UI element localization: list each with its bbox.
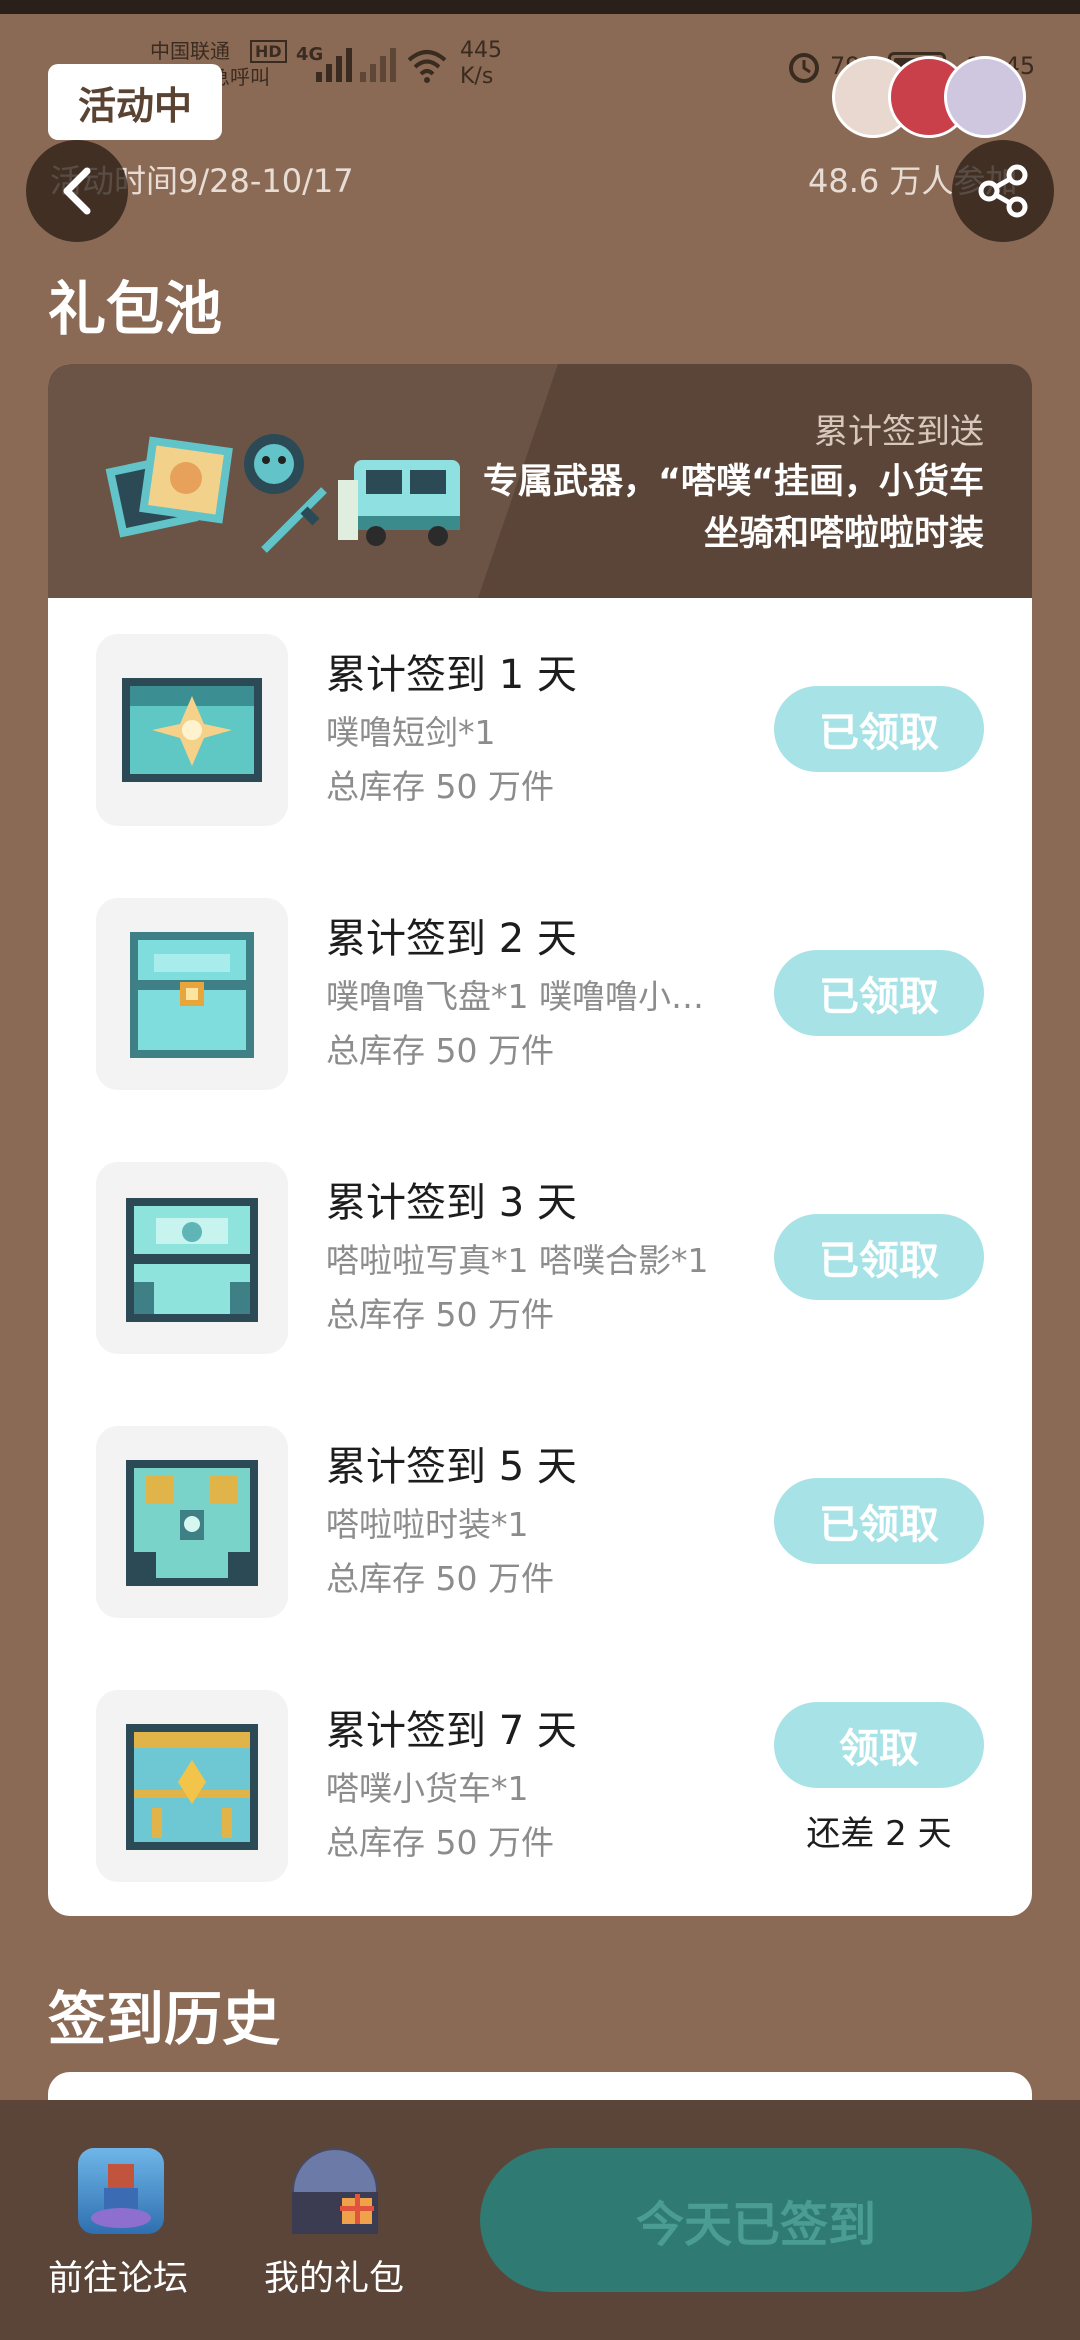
list-item: 累计签到 3 天 嗒啦啦写真*1 嗒噗合影*1 总库存 50 万件 已领取: [48, 1126, 1032, 1390]
my-gifts-label[interactable]: 我的礼包: [264, 2250, 404, 2301]
forum-icon[interactable]: [78, 2148, 164, 2234]
row-title: 累计签到 7 天: [326, 1708, 577, 1754]
signal-icon: [316, 46, 356, 82]
chest-icon: [96, 1162, 288, 1354]
claim-button[interactable]: 领取: [774, 1702, 984, 1788]
days-remaining: 还差 2 天: [806, 1814, 952, 1854]
row-title: 累计签到 3 天: [326, 1180, 577, 1226]
row-stock: 总库存 50 万件: [326, 1823, 554, 1862]
row-items: 噗噜短剑*1: [326, 713, 496, 752]
wifi-icon: [407, 50, 447, 83]
banner-description: 专属武器，“嗒噗“挂画，小货车坐骑和嗒啦啦时装: [482, 462, 984, 554]
share-button[interactable]: [952, 140, 1054, 242]
list-item: 累计签到 5 天 嗒啦啦时装*1 总库存 50 万件 已领取: [48, 1390, 1032, 1654]
participant-avatars: [832, 56, 1032, 146]
chevron-left-icon: [63, 167, 91, 215]
row-items: 噗噜噜飞盘*1 噗噜噜小…: [326, 977, 704, 1016]
claimed-button[interactable]: 已领取: [774, 1214, 984, 1300]
row-title: 累计签到 5 天: [326, 1444, 577, 1490]
list-item: 累计签到 1 天 噗噜短剑*1 总库存 50 万件 已领取: [48, 598, 1032, 862]
bottom-bar: 前往论坛 我的礼包 今天已签到: [0, 2100, 1080, 2340]
signed-in-button[interactable]: 今天已签到: [480, 2148, 1032, 2292]
row-stock: 总库存 50 万件: [326, 1031, 554, 1070]
row-title: 累计签到 1 天: [326, 652, 577, 698]
net-speed: 445 K/s: [460, 38, 502, 90]
avatar: [944, 56, 1026, 138]
row-items: 嗒啦啦时装*1: [326, 1505, 529, 1544]
net-speed-unit: K/s: [460, 64, 494, 89]
list-item: 累计签到 2 天 噗噜噜飞盘*1 噗噜噜小… 总库存 50 万件 已领取: [48, 862, 1032, 1126]
share-icon: [978, 164, 1028, 218]
claimed-button[interactable]: 已领取: [774, 1478, 984, 1564]
top-edge: [0, 0, 1080, 14]
banner-subtitle: 累计签到送: [814, 412, 984, 452]
alarm-icon: [789, 53, 819, 83]
status-badge: 活动中: [48, 64, 222, 140]
back-button[interactable]: [26, 140, 128, 242]
claimed-button[interactable]: 已领取: [774, 950, 984, 1036]
row-stock: 总库存 50 万件: [326, 767, 554, 806]
row-stock: 总库存 50 万件: [326, 1295, 554, 1334]
gift-pool-title: 礼包池: [48, 275, 223, 343]
row-stock: 总库存 50 万件: [326, 1559, 554, 1598]
row-items: 嗒噗小货车*1: [326, 1769, 529, 1808]
gift-icon[interactable]: [292, 2148, 378, 2234]
row-title: 累计签到 2 天: [326, 916, 577, 962]
chest-icon: [96, 898, 288, 1090]
history-title: 签到历史: [48, 1985, 281, 2053]
chest-icon: [96, 634, 288, 826]
reward-preview-icon: [105, 434, 460, 553]
row-items: 嗒啦啦写真*1 嗒噗合影*1: [326, 1241, 709, 1280]
chest-icon: [96, 1690, 288, 1882]
signal-2-icon: [360, 46, 400, 82]
claimed-button[interactable]: 已领取: [774, 686, 984, 772]
chest-icon: [96, 1426, 288, 1618]
forum-label[interactable]: 前往论坛: [48, 2250, 188, 2301]
hd-indicator: HD: [250, 40, 287, 63]
list-item: 累计签到 7 天 嗒噗小货车*1 总库存 50 万件 领取 还差 2 天: [48, 1654, 1032, 1916]
net-speed-value: 445: [460, 38, 502, 63]
gift-pool-card: 累计签到送 专属武器，“嗒噗“挂画，小货车坐骑和嗒啦啦时装 累计签到 1 天 噗…: [48, 364, 1032, 1916]
